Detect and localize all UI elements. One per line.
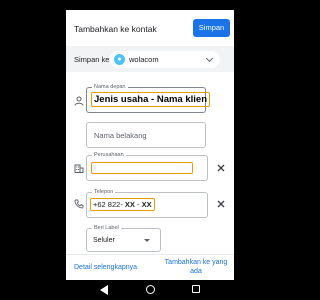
save-to-label: Simpan ke: [74, 55, 110, 64]
close-icon[interactable]: [216, 199, 226, 209]
last-name-field[interactable]: Nama belakang: [86, 122, 206, 148]
more-details-link[interactable]: Detail selengkapnya: [74, 264, 137, 271]
phone-type-label: Beri Label: [92, 224, 121, 232]
save-to-account-row: Simpan ke ● wolacom: [66, 46, 234, 72]
add-to-existing-link[interactable]: Tambahkan ke yang ada: [162, 258, 230, 276]
sheet-title: Tambahkan ke kontak: [74, 24, 157, 34]
phone-prefix: +62 822-: [93, 200, 123, 209]
close-icon[interactable]: [216, 163, 226, 173]
first-name-label: Nama depan: [92, 83, 128, 91]
phone-type-select[interactable]: Beri Label Seluler: [86, 224, 161, 252]
home-icon[interactable]: [146, 285, 155, 294]
company-label: Perusahaan: [92, 151, 126, 159]
add-contact-sheet: Tambahkan ke kontak Simpan Simpan ke ● w…: [66, 10, 234, 280]
phone-separator: -: [137, 200, 140, 209]
last-name-placeholder: Nama belakang: [94, 131, 147, 140]
company-field[interactable]: Perusahaan: [86, 151, 208, 181]
phone-value: +62 822- XX - XX: [90, 198, 155, 211]
back-icon[interactable]: [100, 285, 108, 295]
system-nav-bar: [66, 280, 234, 300]
building-icon: [74, 164, 84, 173]
sheet-header: Tambahkan ke kontak Simpan: [66, 10, 234, 42]
first-name-value: Jenis usaha - Nama klien: [91, 92, 210, 107]
phone-type-value: Seluler: [93, 237, 115, 244]
account-selector[interactable]: ● wolacom: [110, 51, 220, 68]
phone-masked-part-2: XX: [141, 200, 152, 209]
phone-field[interactable]: Telepon +62 822- XX - XX: [86, 188, 208, 218]
save-button[interactable]: Simpan: [193, 19, 230, 37]
first-name-field[interactable]: Nama depan Jenis usaha - Nama klien: [86, 83, 210, 113]
account-name: wolacom: [129, 55, 159, 64]
phone-screen: Tambahkan ke kontak Simpan Simpan ke ● w…: [66, 0, 234, 300]
phone-label: Telepon: [92, 188, 116, 196]
person-icon: [74, 96, 84, 106]
sheet-footer: Detail selengkapnya Tambahkan ke yang ad…: [66, 254, 234, 280]
company-input[interactable]: [91, 162, 193, 174]
dropdown-arrow-icon: [144, 239, 150, 242]
phone-masked-part-1: XX: [124, 200, 135, 209]
recent-apps-icon[interactable]: [192, 285, 200, 293]
chevron-down-icon: [205, 54, 214, 63]
phone-icon: [74, 199, 84, 209]
chat-bubble-icon: ●: [114, 54, 125, 65]
